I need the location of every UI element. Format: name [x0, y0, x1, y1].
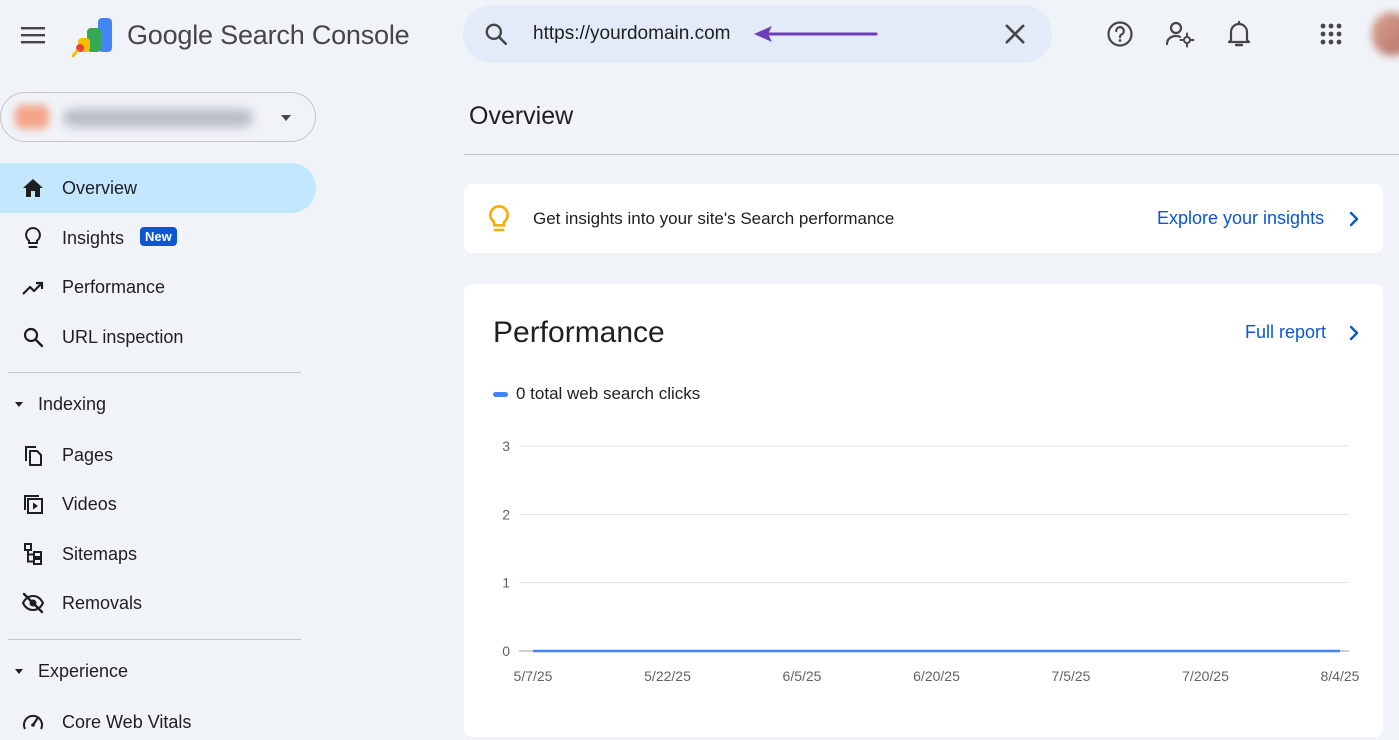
caret-down-icon	[15, 402, 23, 407]
sidebar-item-core-web-vitals[interactable]: Core Web Vitals	[0, 697, 316, 740]
search-console-logo	[72, 18, 112, 58]
annotation-arrow-icon	[754, 26, 878, 42]
search-icon[interactable]	[483, 21, 509, 47]
users-settings-button[interactable]	[1164, 18, 1196, 50]
clear-search-icon[interactable]	[1001, 20, 1029, 48]
x-tick-label: 7/5/25	[1052, 668, 1091, 684]
sidebar-item-label: Removals	[62, 592, 143, 613]
sitemap-icon	[20, 541, 46, 567]
property-favicon	[15, 105, 49, 129]
lightbulb-icon	[20, 225, 46, 251]
app-title: Google Search Console	[127, 20, 410, 50]
sidebar-item-label: Performance	[62, 276, 166, 297]
y-tick-label: 0	[502, 643, 510, 659]
caret-down-icon	[281, 115, 291, 121]
main-menu-button[interactable]	[16, 18, 50, 52]
help-icon	[1107, 21, 1133, 47]
new-badge: New	[140, 227, 177, 246]
insights-message: Get insights into your site's Search per…	[533, 209, 895, 228]
speed-gauge-icon	[20, 709, 46, 735]
x-tick-label: 5/22/25	[644, 668, 691, 684]
section-toggle-indexing[interactable]: Indexing	[0, 383, 300, 427]
apps-grid-icon	[1320, 23, 1342, 45]
sidebar-item-sitemaps[interactable]: Sitemaps	[0, 529, 316, 579]
x-tick-label: 7/20/25	[1182, 668, 1229, 684]
sidebar-item-label: Videos	[62, 493, 117, 514]
legend-swatch	[493, 391, 508, 397]
performance-title: Performance	[493, 316, 665, 349]
visibility-off-icon	[20, 590, 46, 616]
section-label: Experience	[38, 661, 129, 681]
top-app-bar: Google Search Console	[0, 0, 1399, 68]
pages-icon	[20, 442, 46, 468]
sidebar-divider	[8, 639, 301, 640]
property-name-redacted	[63, 109, 253, 127]
sidebar-item-label: Pages	[62, 444, 114, 465]
x-tick-label: 6/5/25	[783, 668, 822, 684]
hamburger-menu-icon	[21, 27, 45, 44]
caret-down-icon	[15, 669, 23, 674]
sidebar-item-label: URL inspection	[62, 326, 184, 347]
google-apps-button[interactable]	[1315, 18, 1347, 50]
full-report-link[interactable]: Full report	[1245, 322, 1326, 343]
page-title: Overview	[469, 102, 574, 130]
sidebar-item-performance[interactable]: Performance	[0, 262, 316, 312]
y-tick-label: 2	[502, 506, 510, 522]
notifications-button[interactable]	[1223, 18, 1255, 50]
chevron-right-icon[interactable]	[1344, 322, 1364, 344]
x-tick-label: 5/7/25	[514, 668, 553, 684]
trending-up-icon	[20, 274, 46, 300]
explore-insights-link[interactable]: Explore your insights	[1157, 208, 1324, 229]
sidebar-divider	[8, 372, 301, 373]
y-tick-label: 1	[502, 575, 510, 591]
y-tick-label: 3	[502, 438, 510, 454]
lightbulb-icon	[489, 205, 509, 232]
section-label: Indexing	[38, 394, 107, 414]
title-divider	[464, 154, 1399, 155]
sidebar-item-removals[interactable]: Removals	[0, 578, 316, 628]
x-tick-label: 8/4/25	[1321, 668, 1360, 684]
performance-card: Performance Full report 0 total web sear…	[464, 284, 1383, 737]
sidebar-item-videos[interactable]: Videos	[0, 479, 316, 529]
help-button[interactable]	[1104, 18, 1136, 50]
section-toggle-experience[interactable]: Experience	[0, 650, 300, 694]
sidebar-item-overview[interactable]: Overview	[0, 163, 316, 213]
sidebar-item-label: Insights	[62, 227, 125, 248]
video-icon	[20, 491, 46, 517]
bell-icon	[1227, 20, 1251, 47]
sidebar-item-label: Sitemaps	[62, 543, 138, 564]
sidebar-item-pages[interactable]: Pages	[0, 430, 316, 480]
home-icon	[20, 175, 46, 201]
clicks-line-chart: 0 1 2 3 5/7/25 5/22/25 6/5/25 6/20/25 7/5/25 7/20…	[502, 438, 1360, 684]
chevron-right-icon[interactable]	[1344, 208, 1364, 230]
manage-accounts-icon	[1165, 21, 1195, 48]
x-tick-label: 6/20/25	[913, 668, 960, 684]
account-avatar[interactable]	[1372, 12, 1399, 56]
legend-label: 0 total web search clicks	[516, 384, 701, 403]
sidebar-item-insights[interactable]: Insights New	[0, 213, 316, 263]
sidebar-item-label: Overview	[62, 177, 138, 198]
chart-legend[interactable]: 0 total web search clicks	[493, 384, 700, 404]
sidebar-item-url-inspection[interactable]: URL inspection	[0, 312, 316, 362]
insights-card: Get insights into your site's Search per…	[464, 184, 1383, 253]
search-icon	[20, 324, 46, 350]
property-selector[interactable]	[0, 92, 316, 142]
sidebar-item-label: Core Web Vitals	[62, 711, 192, 732]
search-input[interactable]	[533, 19, 753, 49]
